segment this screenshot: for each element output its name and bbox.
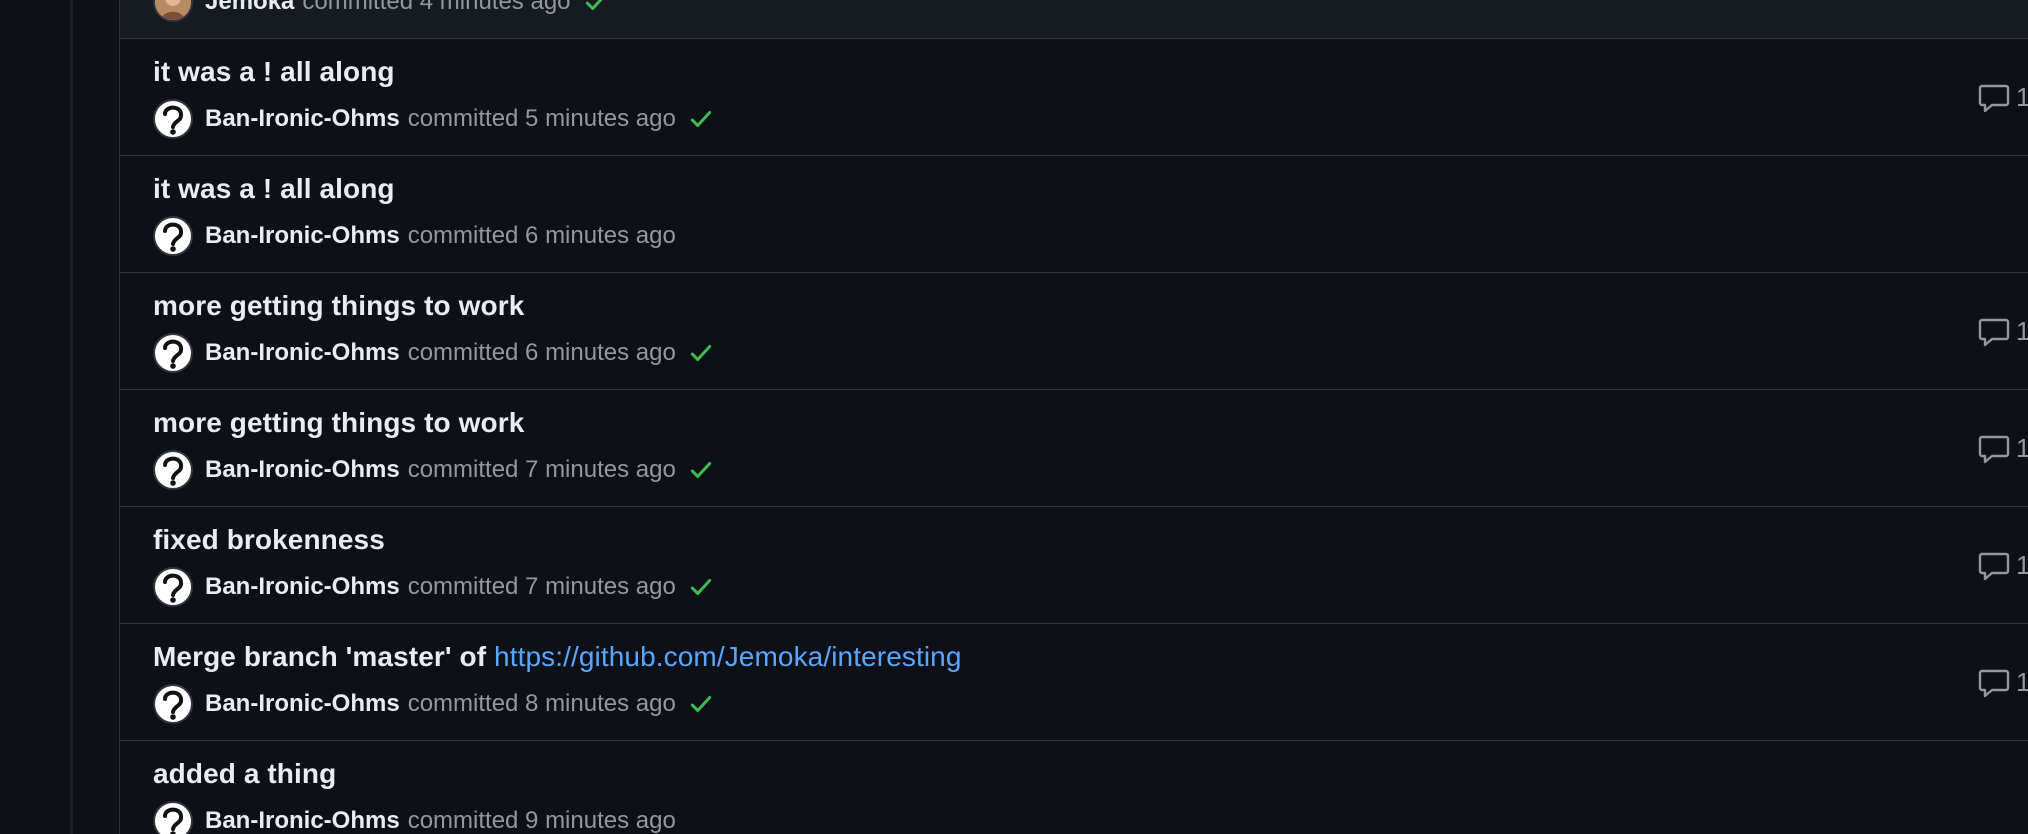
photo-avatar-icon [155, 0, 191, 20]
question-mark-avatar-icon [163, 222, 184, 252]
commit-time[interactable]: committed 7 minutes ago [408, 573, 676, 601]
question-mark-avatar-icon [163, 690, 184, 720]
commit-row: more getting things to work Ban-Ironic-O… [120, 391, 2028, 507]
commit-row: it was a ! all along Ban-Ironic-Ohms com… [120, 40, 2028, 156]
commit-author[interactable]: Ban-Ironic-Ohms [205, 807, 400, 834]
question-mark-avatar-icon [163, 807, 184, 834]
commit-row: it was a ! all along Ban-Ironic-Ohms com… [120, 157, 2028, 273]
avatar[interactable] [153, 216, 193, 256]
avatar[interactable] [153, 684, 193, 724]
commit-time[interactable]: committed 9 minutes ago [408, 807, 676, 834]
comment-count-value: 1 [2016, 433, 2028, 463]
commit-meta: Ban-Ironic-Ohms committed 7 minutes ago [153, 449, 714, 491]
comment-count[interactable]: 1 [1978, 82, 2028, 113]
commit-title-text[interactable]: Merge branch 'master' of [153, 641, 494, 672]
commit-row: Jemoka committed 4 minutes ago [120, 0, 2028, 39]
commit-title-url-link[interactable]: https://github.com/Jemoka/interesting [494, 641, 962, 672]
commit-meta: Ban-Ironic-Ohms committed 8 minutes ago [153, 683, 714, 725]
commit-meta: Ban-Ironic-Ohms committed 9 minutes ago [153, 800, 676, 834]
avatar[interactable] [153, 333, 193, 373]
success-check-icon[interactable] [688, 457, 714, 483]
avatar[interactable] [153, 567, 193, 607]
comment-count[interactable]: 1 [1978, 316, 2028, 347]
commit-title-link[interactable]: more getting things to work [153, 290, 524, 322]
commit-time[interactable]: committed 6 minutes ago [408, 339, 676, 367]
comment-count-value: 1 [2016, 316, 2028, 346]
question-mark-avatar-icon [163, 456, 184, 486]
comment-count[interactable]: 1 [1978, 550, 2028, 581]
commit-meta: Ban-Ironic-Ohms committed 7 minutes ago [153, 566, 714, 608]
question-mark-avatar-icon [163, 339, 184, 369]
avatar[interactable] [153, 801, 193, 834]
success-check-icon[interactable] [583, 0, 609, 15]
comment-icon [1978, 84, 2010, 112]
comment-icon [1978, 318, 2010, 346]
commit-history-page: Jemoka committed 4 minutes ago it was a … [0, 0, 2028, 834]
success-check-icon[interactable] [688, 574, 714, 600]
commit-row: added a thing Ban-Ironic-Ohms committed … [120, 742, 2028, 834]
commit-list: Jemoka committed 4 minutes ago it was a … [119, 0, 2028, 834]
commit-row: more getting things to work Ban-Ironic-O… [120, 274, 2028, 390]
avatar[interactable] [153, 0, 193, 22]
commit-author[interactable]: Ban-Ironic-Ohms [205, 105, 400, 133]
commit-title-link[interactable]: added a thing [153, 758, 336, 790]
commit-title-link[interactable]: more getting things to work [153, 407, 524, 439]
comment-count-value: 1 [2016, 550, 2028, 580]
question-mark-avatar-icon [163, 105, 184, 135]
comment-icon [1978, 669, 2010, 697]
success-check-icon[interactable] [688, 106, 714, 132]
commit-author[interactable]: Ban-Ironic-Ohms [205, 456, 400, 484]
commit-title-link[interactable]: fixed brokenness [153, 524, 385, 556]
commit-row: Merge branch 'master' of https://github.… [120, 625, 2028, 741]
commit-time[interactable]: committed 8 minutes ago [408, 690, 676, 718]
left-gutter [0, 0, 70, 834]
comment-count-value: 1 [2016, 82, 2028, 112]
commit-time[interactable]: committed 7 minutes ago [408, 456, 676, 484]
commit-time[interactable]: committed 6 minutes ago [408, 222, 676, 250]
commit-author[interactable]: Jemoka [205, 0, 294, 16]
commit-time[interactable]: committed 4 minutes ago [302, 0, 570, 16]
commit-title-link[interactable]: it was a ! all along [153, 56, 395, 88]
timeline-line [70, 0, 73, 834]
question-mark-avatar-icon [163, 573, 184, 603]
commit-author[interactable]: Ban-Ironic-Ohms [205, 222, 400, 250]
commit-author[interactable]: Ban-Ironic-Ohms [205, 339, 400, 367]
comment-icon [1978, 552, 2010, 580]
commit-meta: Ban-Ironic-Ohms committed 6 minutes ago [153, 215, 676, 257]
commit-author[interactable]: Ban-Ironic-Ohms [205, 573, 400, 601]
comment-icon [1978, 435, 2010, 463]
commit-meta: Ban-Ironic-Ohms committed 6 minutes ago [153, 332, 714, 374]
commit-time[interactable]: committed 5 minutes ago [408, 105, 676, 133]
success-check-icon[interactable] [688, 691, 714, 717]
comment-count[interactable]: 1 [1978, 667, 2028, 698]
commit-row: fixed brokenness Ban-Ironic-Ohms committ… [120, 508, 2028, 624]
commit-title-link[interactable]: it was a ! all along [153, 173, 395, 205]
commit-author[interactable]: Ban-Ironic-Ohms [205, 690, 400, 718]
comment-count[interactable]: 1 [1978, 433, 2028, 464]
avatar[interactable] [153, 450, 193, 490]
comment-count-value: 1 [2016, 667, 2028, 697]
commit-title: Merge branch 'master' of https://github.… [153, 641, 962, 673]
success-check-icon[interactable] [688, 340, 714, 366]
commit-meta: Jemoka committed 4 minutes ago [153, 0, 609, 23]
commit-meta: Ban-Ironic-Ohms committed 5 minutes ago [153, 98, 714, 140]
avatar[interactable] [153, 99, 193, 139]
